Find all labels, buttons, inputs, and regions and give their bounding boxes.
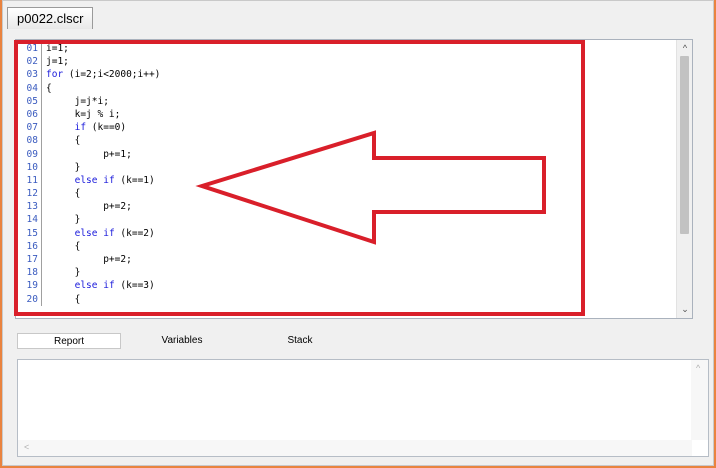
line-number: 11 (16, 173, 42, 188)
report-horizontal-scrollbar[interactable]: < (18, 440, 692, 456)
line-code: for (i=2;i<2000;i++) (46, 69, 161, 81)
line-code: else if (k==1) (74, 174, 155, 186)
line-code: p+=2; (46, 201, 132, 213)
code-line[interactable]: 11 else if (k==1) (16, 173, 676, 188)
line-number: 09 (16, 147, 42, 161)
line-code: k=j % i; (46, 108, 121, 120)
code-line[interactable]: 07 if (k==0) (16, 121, 676, 135)
line-number: 16 (16, 239, 42, 254)
line-code: { (46, 82, 52, 94)
line-code: { (46, 188, 81, 200)
line-number: 03 (16, 68, 42, 82)
chevron-up-icon[interactable]: ^ (696, 363, 700, 373)
line-number: 15 (16, 226, 42, 240)
code-line[interactable]: 18 } (16, 266, 676, 280)
code-editor[interactable]: 01 i=1; 02 j=1; 03 for (i=2;i<2000;i++) 04 {05 … (15, 39, 693, 319)
editor-vertical-scrollbar[interactable]: ^ ⌄ (676, 40, 692, 318)
code-line[interactable]: 14 } (16, 213, 676, 227)
line-code: else if (k==2) (74, 227, 155, 239)
line-number: 02 (16, 55, 42, 69)
line-code: else if (k==3) (74, 280, 155, 292)
code-lines: 01 i=1; 02 j=1; 03 for (i=2;i<2000;i++) 04 {05 … (16, 42, 676, 306)
line-number: 12 (16, 187, 42, 201)
code-line[interactable]: 10 } (16, 160, 676, 174)
code-line[interactable]: 04 { (16, 81, 676, 95)
line-number: 07 (16, 121, 42, 135)
code-line[interactable]: 12 { (16, 187, 676, 201)
code-line[interactable]: 05 j=j*i; (16, 94, 676, 108)
line-code: i=1; (46, 43, 69, 54)
line-number: 06 (16, 107, 42, 122)
code-line[interactable]: 03 for (i=2;i<2000;i++) (16, 68, 676, 82)
line-number: 01 (16, 42, 42, 56)
report-panel[interactable]: ^ < (17, 359, 709, 457)
code-line[interactable]: 02 j=1; (16, 55, 676, 69)
line-number: 17 (16, 253, 42, 267)
chevron-up-icon[interactable]: ^ (677, 41, 692, 55)
tab-document[interactable]: p0022.clscr (7, 7, 94, 29)
line-number: 14 (16, 213, 42, 227)
line-number: 19 (16, 279, 42, 293)
code-line[interactable]: 09 p+=1; (16, 147, 676, 161)
report-vertical-scrollbar[interactable]: ^ (691, 360, 708, 440)
line-number: 20 (16, 292, 42, 306)
line-code: p+=2; (46, 254, 132, 265)
line-number: 10 (16, 160, 42, 174)
line-code: if (k==0) (74, 122, 127, 134)
code-line[interactable]: 06 k=j % i; (16, 107, 676, 122)
line-code: j=1; (46, 56, 69, 68)
line-number: 18 (16, 266, 42, 280)
line-number: 05 (16, 94, 42, 108)
scrollbar-thumb[interactable] (680, 56, 689, 234)
code-line[interactable]: 15 else if (k==2) (16, 226, 676, 240)
line-code: { (46, 135, 81, 147)
code-line[interactable]: 13 p+=2; (16, 200, 676, 214)
line-number: 04 (16, 81, 42, 95)
line-code: } (46, 161, 81, 173)
line-code: p+=1; (46, 148, 132, 160)
chevron-down-icon[interactable]: ⌄ (677, 302, 692, 316)
code-line[interactable]: 17 p+=2; (16, 253, 676, 267)
line-code: } (46, 267, 81, 279)
code-line[interactable]: 08 { (16, 134, 676, 148)
line-number: 13 (16, 200, 42, 214)
tab-variables[interactable]: Variables (127, 333, 237, 349)
code-line[interactable]: 19 else if (k==3) (16, 279, 676, 293)
chevron-left-icon[interactable]: < (24, 442, 29, 452)
line-code: { (46, 240, 81, 252)
code-line[interactable]: 01 i=1; (16, 42, 676, 56)
tab-report[interactable]: Report (17, 333, 121, 349)
line-code: j=j*i; (46, 95, 109, 107)
ide-window: p0022.clscr 01 i=1; 02 j=1; 03 for (i=2;i<200… (2, 0, 714, 466)
line-number: 08 (16, 134, 42, 148)
line-code: } (46, 214, 81, 226)
code-line[interactable]: 16 { (16, 239, 676, 254)
code-line[interactable]: 20 { (16, 292, 676, 306)
tab-stack[interactable]: Stack (245, 333, 355, 349)
line-code: { (46, 293, 81, 305)
